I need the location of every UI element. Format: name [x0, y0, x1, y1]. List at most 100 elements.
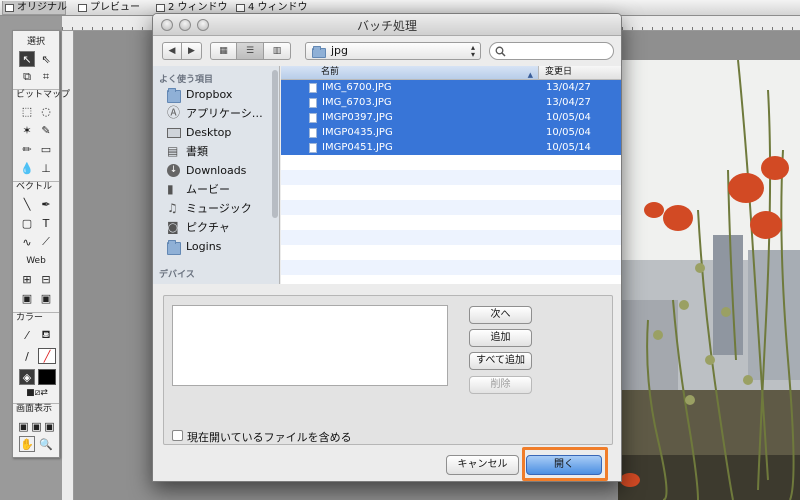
pencil-tool-icon[interactable]: ✏ — [19, 141, 35, 157]
slice-tool-icon[interactable]: ⊟ — [38, 271, 54, 287]
batch-file-panel: 次へ 追加 すべて追加 削除 現在開いているファイルを含める — [163, 295, 613, 445]
magic-wand-tool-icon[interactable]: ✶ — [19, 122, 35, 138]
pointer-tool-icon[interactable]: ↖ — [19, 51, 35, 67]
paint-bucket-tool-icon[interactable]: ⛾ — [38, 327, 54, 343]
file-row[interactable]: IMG_6703.JPG 13/04/27 — [281, 95, 621, 110]
knife-tool-icon[interactable]: ⟋ — [38, 234, 54, 250]
sidebar-item-applications[interactable]: Ⓐ アプリケーシ… — [167, 104, 277, 123]
file-row[interactable]: IMGP0435.JPG 10/05/04 — [281, 125, 621, 140]
column-header-date[interactable]: 変更日 — [545, 66, 572, 79]
hide-slices-icon[interactable]: ▣ — [19, 290, 35, 306]
tab-preview[interactable]: プレビュー — [76, 1, 140, 15]
text-tool-icon[interactable]: T — [38, 215, 54, 231]
list-view-button[interactable]: ☰ — [237, 42, 264, 60]
desktop-icon — [167, 128, 181, 138]
rectangle-tool-icon[interactable]: ▢ — [19, 215, 35, 231]
icon-view-button[interactable]: ▦ — [210, 42, 237, 60]
list-view-icon: ☰ — [245, 46, 255, 56]
eraser-tool-icon[interactable]: ▭ — [38, 141, 54, 157]
empty-row — [281, 260, 621, 275]
subselect-tool-icon[interactable]: ⇖ — [38, 51, 54, 67]
sidebar-item-desktop[interactable]: Desktop — [167, 123, 277, 142]
full-screen-menu-icon[interactable]: ▣ — [30, 418, 43, 434]
image-file-icon — [309, 143, 317, 153]
hand-tool-icon[interactable]: ✋ — [19, 436, 35, 452]
show-slices-icon[interactable]: ▣ — [38, 290, 54, 306]
brush-tool-icon[interactable]: ✎ — [38, 122, 54, 138]
include-open-files-checkbox[interactable] — [172, 430, 183, 441]
delete-button[interactable]: 削除 — [469, 376, 532, 394]
preview-icon — [78, 4, 87, 12]
stroke-color-icon[interactable]: / — [19, 348, 35, 364]
tools-section-web: Web — [26, 256, 46, 266]
fill-color-icon[interactable]: ◈ — [19, 369, 35, 385]
tab-original[interactable]: オリジナル — [2, 1, 67, 15]
sidebar: よく使う項目 Dropbox Ⓐ アプリケーシ… Desktop ▤ 書類 ↓ … — [153, 66, 280, 284]
marquee-tool-icon[interactable]: ⬚ — [19, 103, 35, 119]
scale-tool-icon[interactable]: ⧉ — [19, 69, 35, 85]
sidebar-item-logins[interactable]: Logins — [167, 237, 277, 256]
column-view-button[interactable]: ▥ — [264, 42, 291, 60]
file-row[interactable]: IMGP0451.JPG 10/05/14 — [281, 140, 621, 155]
downloads-icon: ↓ — [167, 164, 180, 177]
add-all-button[interactable]: すべて追加 — [469, 352, 532, 370]
open-button-highlight — [522, 447, 608, 481]
full-screen-icon[interactable]: ▣ — [43, 418, 56, 434]
grid-view-icon: ▦ — [219, 46, 228, 56]
sidebar-devices-header: デバイス — [159, 270, 195, 280]
sidebar-scrollbar[interactable] — [272, 70, 278, 218]
line-tool-icon[interactable]: ╲ — [19, 196, 35, 212]
sidebar-item-pictures[interactable]: ◙ ピクチャ — [167, 218, 277, 237]
applications-icon: Ⓐ — [167, 106, 181, 121]
blur-tool-icon[interactable]: 💧 — [19, 160, 35, 176]
swap-colors-icon[interactable]: ■⧄⇄ — [17, 387, 57, 399]
image-file-icon — [309, 128, 317, 138]
folder-icon — [167, 240, 181, 255]
sidebar-item-dropbox[interactable]: Dropbox — [167, 85, 277, 104]
include-open-files-label: 現在開いているファイルを含める — [187, 431, 352, 444]
search-field[interactable] — [489, 42, 614, 60]
sidebar-item-movies[interactable]: ▮ ムービー — [167, 180, 277, 199]
forward-button[interactable]: ▶ — [182, 42, 202, 60]
cancel-button[interactable]: キャンセル — [446, 455, 519, 475]
eyedropper-tool-icon[interactable]: ⁄ — [19, 327, 35, 343]
stroke-swatch-icon[interactable]: ╱ — [38, 348, 56, 364]
tools-section-view: 画面表示 — [13, 403, 59, 415]
image-file-icon — [309, 98, 317, 108]
batch-file-listbox[interactable] — [172, 305, 448, 386]
hotspot-tool-icon[interactable]: ⊞ — [19, 271, 35, 287]
path-popup[interactable]: jpg ▴ ▾ — [305, 42, 481, 60]
zoom-tool-icon[interactable]: 🔍 — [38, 436, 54, 452]
tools-section-color: カラー — [13, 312, 59, 324]
stamp-tool-icon[interactable]: ⊥ — [38, 160, 54, 176]
dialog-title: バッチ処理 — [356, 19, 417, 33]
sidebar-item-downloads[interactable]: ↓ Downloads — [167, 161, 277, 180]
sidebar-item-music[interactable]: ♫ ミュージック — [167, 199, 277, 218]
column-view-icon: ▥ — [272, 46, 282, 56]
music-icon: ♫ — [167, 201, 178, 215]
empty-row — [281, 230, 621, 245]
add-button[interactable]: 追加 — [469, 329, 532, 347]
lasso-tool-icon[interactable]: ◌ — [38, 103, 54, 119]
folder-icon — [312, 46, 326, 58]
back-button[interactable]: ◀ — [162, 42, 182, 60]
next-button[interactable]: 次へ — [469, 306, 532, 324]
popup-arrows-icon: ▴ ▾ — [470, 43, 475, 59]
file-row[interactable]: IMG_6700.JPG 13/04/27 — [281, 80, 621, 95]
documents-icon: ▤ — [167, 144, 179, 158]
search-icon — [495, 46, 506, 57]
pen-tool-icon[interactable]: ✒ — [38, 196, 54, 212]
fill-swatch-icon[interactable] — [38, 369, 56, 385]
pencil-icon — [5, 4, 14, 12]
standard-screen-icon[interactable]: ▣ — [17, 418, 30, 434]
freeform-tool-icon[interactable]: ∿ — [19, 234, 35, 250]
forward-arrow-icon: ▶ — [188, 46, 195, 56]
search-input[interactable] — [508, 44, 608, 58]
column-header-name[interactable]: 名前 ▲ — [281, 66, 539, 79]
sidebar-item-documents[interactable]: ▤ 書類 — [167, 142, 277, 161]
file-row[interactable]: IMGP0397.JPG 10/05/04 — [281, 110, 621, 125]
tools-panel: 選択 ↖ ⇖ ⧉ ⌗ ビットマップ ⬚ ◌ ✶ ✎ ✏ ▭ 💧 ⊥ ベクトル ╲… — [12, 30, 70, 458]
tools-section-select: 選択 — [26, 37, 45, 47]
crop-tool-icon[interactable]: ⌗ — [38, 69, 54, 85]
sidebar-favorites-header: よく使う項目 — [159, 75, 214, 85]
